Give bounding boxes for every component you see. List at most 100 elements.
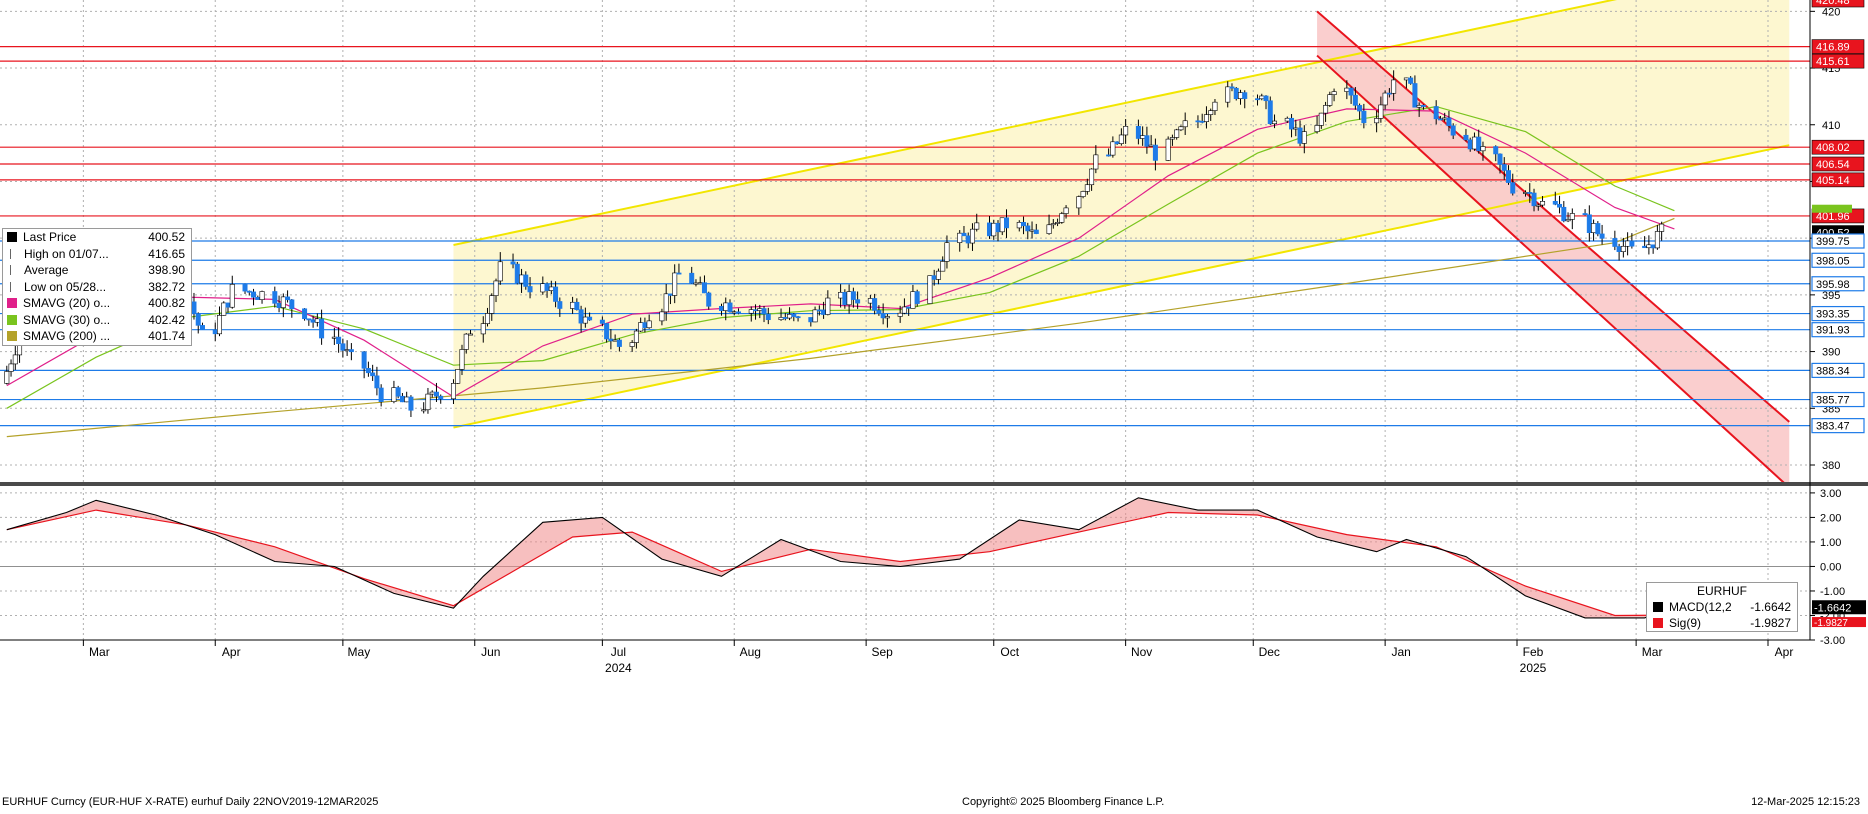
candle-body <box>429 391 435 395</box>
legend-value: 416.65 <box>148 246 185 261</box>
candle-body <box>1267 100 1273 125</box>
candle-body <box>527 286 533 293</box>
candle-body <box>1527 192 1533 194</box>
candle-body <box>217 315 223 335</box>
candle-body <box>1208 110 1214 115</box>
candle-body <box>697 282 703 285</box>
support-label: 398.05 <box>1816 255 1850 267</box>
candle-body <box>1063 207 1069 214</box>
candle-body <box>199 325 205 330</box>
x-month-label: Oct <box>1000 645 1019 659</box>
panel-separator <box>0 482 1868 486</box>
x-month-label: Aug <box>740 645 761 659</box>
x-month-label: Dec <box>1259 645 1280 659</box>
macd-legend-title: EURHUF <box>1697 584 1747 598</box>
x-month-label: Jul <box>611 645 626 659</box>
candle-body <box>1152 144 1158 161</box>
candle-body <box>1076 196 1082 209</box>
x-month-label: Sep <box>871 645 893 659</box>
legend-value: 400.52 <box>148 230 185 245</box>
candle-body <box>191 301 197 314</box>
candle-body <box>1199 120 1205 123</box>
candle-body <box>12 354 18 365</box>
candle-body <box>910 291 916 309</box>
candle-body <box>842 292 848 306</box>
candle-body <box>510 261 516 265</box>
support-label: 383.47 <box>1816 421 1850 433</box>
candle-body <box>1212 101 1218 111</box>
candle-body <box>336 336 342 345</box>
candle-body <box>280 296 286 308</box>
candle-body <box>642 322 648 329</box>
candle-body <box>1437 118 1443 121</box>
candle-body <box>638 322 644 332</box>
candle-body <box>1446 117 1452 127</box>
candle-body <box>259 291 265 300</box>
candle-body <box>1033 229 1039 234</box>
candle-body <box>480 323 486 335</box>
candle-body <box>1323 105 1329 114</box>
macd-legend-item: Sig(9) -1.9827 <box>1647 615 1797 631</box>
candle-body <box>489 295 495 314</box>
candle-body <box>1029 229 1035 232</box>
legend-swatch <box>7 314 17 325</box>
candle-body <box>467 333 473 336</box>
candle-body <box>676 272 682 275</box>
candle-body <box>876 310 882 314</box>
support-label: 385.77 <box>1816 395 1850 407</box>
candle-body <box>1182 120 1188 128</box>
candle-body <box>1586 214 1592 233</box>
candle-body <box>408 396 414 411</box>
candle-body <box>1195 120 1201 123</box>
x-year-label: 2024 <box>605 661 632 675</box>
legend-value: 401.74 <box>148 329 185 344</box>
candle-body <box>272 291 278 304</box>
candle-body <box>310 319 316 323</box>
candle-body <box>1084 184 1090 192</box>
candle-body <box>425 393 431 411</box>
candle-body <box>974 222 980 230</box>
candle-body <box>570 301 576 309</box>
candle-body <box>995 222 1001 233</box>
candle-body <box>1412 83 1418 108</box>
candle-body <box>1118 134 1124 144</box>
candle-body <box>1331 91 1337 95</box>
candle-body <box>1386 92 1392 95</box>
price-tick-label: 380 <box>1822 460 1840 472</box>
candle-body <box>1561 206 1567 222</box>
sma30-marker <box>1812 204 1852 213</box>
candle-body <box>1144 135 1150 147</box>
candle-body <box>906 306 912 309</box>
candle-body <box>1374 118 1380 124</box>
candle-body <box>753 309 759 312</box>
candle-body <box>931 275 937 280</box>
candle-body <box>1080 191 1086 197</box>
candle-body <box>340 343 346 351</box>
resistance-label: 415.61 <box>1816 56 1850 68</box>
candle-body <box>663 293 669 313</box>
legend-value: 398.90 <box>148 263 185 278</box>
support-label: 393.35 <box>1816 309 1850 321</box>
legend-label: Last Price <box>23 230 77 245</box>
candle-body <box>795 316 801 319</box>
candle-body <box>1467 139 1473 150</box>
footer-copyright: Copyright© 2025 Bloomberg Finance L.P. <box>962 796 1165 808</box>
candle-body <box>731 311 737 314</box>
candle-body <box>1148 144 1154 147</box>
legend-swatch <box>10 248 15 259</box>
candle-body <box>765 313 771 321</box>
candle-body <box>365 368 371 374</box>
candle-body <box>1284 117 1290 122</box>
candle-body <box>1612 238 1618 247</box>
candle-body <box>872 298 878 311</box>
candle-body <box>616 339 622 347</box>
candle-body <box>225 302 231 308</box>
candle-body <box>1165 138 1171 161</box>
candle-body <box>348 349 354 353</box>
legend-label: SMAVG (20) o... <box>23 296 111 311</box>
candle-body <box>706 292 712 307</box>
candle-body <box>485 313 491 324</box>
candle-body <box>791 313 797 317</box>
candle-body <box>748 309 754 314</box>
resistance-label: 416.89 <box>1816 42 1850 54</box>
